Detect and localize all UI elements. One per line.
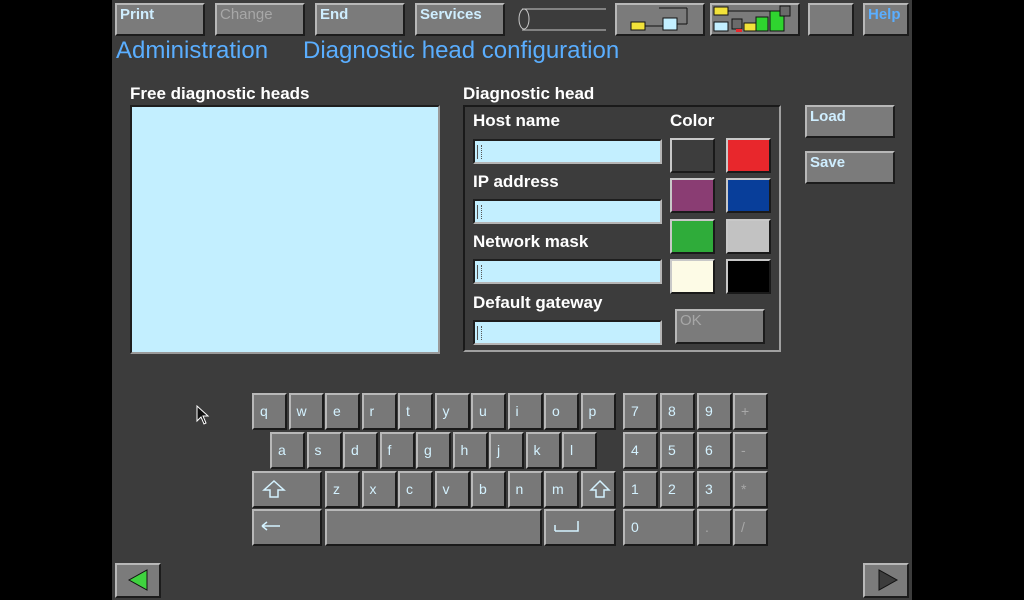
key-symbol[interactable]: . (697, 509, 732, 546)
key-4[interactable]: 4 (623, 432, 658, 469)
network-mask-input[interactable] (473, 259, 662, 284)
color-swatch[interactable] (670, 138, 715, 173)
key-0[interactable]: 0 (623, 509, 695, 546)
section-title: Administration (116, 37, 269, 64)
free-heads-label: Free diagnostic heads (130, 84, 310, 103)
space-key[interactable] (325, 509, 542, 546)
key-8[interactable]: 8 (660, 393, 695, 430)
color-swatch[interactable] (670, 219, 715, 254)
key-symbol[interactable]: + (733, 393, 768, 430)
key-3[interactable]: 3 (697, 471, 732, 508)
key-d[interactable]: d (343, 432, 378, 469)
key-j[interactable]: j (489, 432, 524, 469)
key-symbol[interactable]: / (733, 509, 768, 546)
backspace-key[interactable] (252, 509, 322, 546)
change-button[interactable]: Change (215, 3, 305, 36)
key-i[interactable]: i (507, 393, 543, 430)
screen: Print Change End Services Help Administr… (112, 0, 912, 600)
print-button[interactable]: Print (115, 3, 205, 36)
save-button[interactable]: Save (805, 151, 895, 184)
tape-drive-icon (516, 4, 608, 34)
shift-left-key[interactable] (252, 471, 322, 508)
key-5[interactable]: 5 (660, 432, 695, 469)
network-connection-icon[interactable] (615, 3, 705, 36)
key-x[interactable]: x (361, 471, 397, 508)
color-label: Color (670, 111, 715, 130)
services-button[interactable]: Services (415, 3, 505, 36)
key-u[interactable]: u (471, 393, 506, 430)
shift-arrow-icon (589, 479, 611, 498)
key-e[interactable]: e (325, 393, 360, 430)
key-o[interactable]: o (544, 393, 579, 430)
color-swatch[interactable] (726, 259, 771, 294)
load-button[interactable]: Load (805, 105, 895, 138)
triangle-right-icon (878, 569, 899, 591)
key-a[interactable]: a (270, 432, 305, 469)
key-c[interactable]: c (398, 471, 433, 508)
diag-head-label: Diagnostic head (463, 84, 595, 103)
key-q[interactable]: q (252, 393, 287, 430)
key-p[interactable]: p (580, 393, 616, 430)
enter-arrow-icon (554, 521, 579, 532)
key-t[interactable]: t (398, 393, 433, 430)
color-swatch[interactable] (726, 219, 771, 254)
color-swatch[interactable] (726, 138, 771, 173)
back-button[interactable] (115, 563, 161, 598)
page-title: Diagnostic head configuration (303, 37, 620, 64)
key-l[interactable]: l (562, 432, 597, 469)
ip-address-input[interactable] (473, 199, 662, 224)
mouse-cursor-icon (196, 405, 210, 425)
key-6[interactable]: 6 (697, 432, 732, 469)
key-1[interactable]: 1 (623, 471, 658, 508)
free-heads-list[interactable] (130, 105, 440, 354)
key-w[interactable]: w (288, 393, 324, 430)
enter-key[interactable] (544, 509, 616, 546)
key-k[interactable]: k (525, 432, 561, 469)
key-v[interactable]: v (434, 471, 470, 508)
shift-right-key[interactable] (581, 471, 616, 508)
color-swatch[interactable] (670, 178, 715, 213)
blank-toolbar-button[interactable] (808, 3, 854, 36)
help-button[interactable]: Help (863, 3, 909, 36)
key-7[interactable]: 7 (623, 393, 658, 430)
key-s[interactable]: s (306, 432, 342, 469)
network-mask-label: Network mask (473, 232, 589, 251)
key-r[interactable]: r (361, 393, 397, 430)
backspace-arrow-icon (261, 521, 280, 531)
key-symbol[interactable]: * (733, 471, 768, 508)
host-name-label: Host name (473, 111, 560, 130)
color-swatch[interactable] (726, 178, 771, 213)
triangle-left-icon (127, 569, 148, 591)
key-h[interactable]: h (452, 432, 488, 469)
key-g[interactable]: g (416, 432, 451, 469)
host-name-input[interactable] (473, 139, 662, 164)
end-button[interactable]: End (315, 3, 405, 36)
key-f[interactable]: f (379, 432, 415, 469)
ip-address-label: IP address (473, 172, 559, 191)
color-swatch[interactable] (670, 259, 715, 294)
key-symbol[interactable]: - (733, 432, 768, 469)
key-z[interactable]: z (325, 471, 360, 508)
system-status-icon[interactable] (710, 3, 800, 36)
default-gateway-label: Default gateway (473, 293, 603, 312)
key-m[interactable]: m (544, 471, 579, 508)
shift-arrow-icon (262, 479, 286, 498)
forward-button[interactable] (863, 563, 909, 598)
default-gateway-input[interactable] (473, 320, 662, 345)
key-2[interactable]: 2 (660, 471, 695, 508)
key-b[interactable]: b (471, 471, 506, 508)
key-9[interactable]: 9 (697, 393, 732, 430)
key-n[interactable]: n (507, 471, 543, 508)
key-y[interactable]: y (434, 393, 470, 430)
ok-button[interactable]: OK (675, 309, 765, 344)
